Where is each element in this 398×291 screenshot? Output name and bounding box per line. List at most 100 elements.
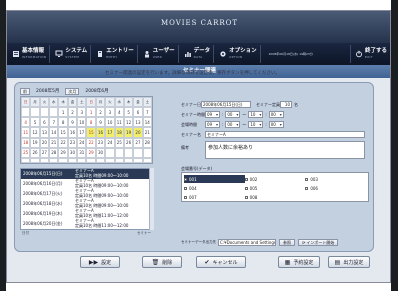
calendar-day[interactable]: 4: [21, 117, 31, 128]
calendar-day[interactable]: 18: [21, 137, 31, 148]
calendar-day[interactable]: 23: [67, 137, 78, 148]
menu-item-entry[interactable]: エントリー ENTRY: [93, 45, 138, 63]
schedule-scrollbar[interactable]: [149, 168, 154, 230]
calendar-day[interactable]: 22: [86, 137, 96, 148]
calendar-day[interactable]: 27: [133, 137, 143, 148]
venue-end-hour-select[interactable]: 10: [248, 121, 264, 128]
calendar-day[interactable]: 9: [67, 117, 78, 128]
calendar-day[interactable]: 28: [49, 147, 59, 158]
checkbox-icon[interactable]: [184, 195, 187, 199]
exit-button[interactable]: 終了する EXIT: [349, 45, 390, 63]
export-path-field[interactable]: C:¥Documents and Settings¥: [218, 238, 276, 246]
schedule-row[interactable]: 2008年06月20日(金) セミナーA 定員10名 時間11:00～12:00: [21, 219, 152, 229]
calendar-day[interactable]: 17: [105, 127, 115, 138]
menu-item-data[interactable]: データ DATA: [181, 45, 215, 63]
calendar-day[interactable]: 29: [86, 147, 96, 158]
date-field[interactable]: 2008年06月15日(日): [201, 101, 251, 108]
calendar-day[interactable]: 22: [58, 137, 68, 148]
output-settings-button[interactable]: ▤ 出力設定: [328, 256, 370, 268]
calendar-day[interactable]: 27: [39, 147, 50, 158]
room-option[interactable]: 002: [244, 175, 306, 183]
calendar-day[interactable]: 25: [21, 147, 31, 158]
room-option[interactable]: 003: [305, 175, 366, 183]
calendar-day[interactable]: 13: [39, 127, 50, 138]
room-option[interactable]: 007: [184, 193, 245, 201]
room-option[interactable]: 001: [184, 175, 245, 183]
seminar-name-field[interactable]: セミナーA: [205, 131, 365, 138]
delete-button[interactable]: 🗑 削除: [142, 256, 182, 268]
calendar-day[interactable]: 21: [142, 127, 152, 138]
calendar-day[interactable]: 16: [95, 127, 106, 138]
room-option[interactable]: 006: [305, 184, 366, 192]
calendar-day[interactable]: 3: [105, 107, 115, 118]
cancel-button[interactable]: ✔ キャンセル: [196, 256, 246, 268]
calendar-day[interactable]: 25: [114, 137, 124, 148]
checkbox-icon[interactable]: [244, 195, 248, 199]
calendar-day[interactable]: 11: [114, 117, 124, 128]
checkbox-icon[interactable]: [184, 177, 187, 181]
calendar-day[interactable]: 7: [142, 107, 152, 118]
calendar-day[interactable]: 23: [95, 137, 106, 148]
capacity-field[interactable]: 10: [280, 101, 292, 108]
calendar-day[interactable]: 10: [105, 117, 115, 128]
calendar-day[interactable]: 15: [58, 127, 68, 138]
calendar-day[interactable]: 26: [30, 147, 40, 158]
browse-button[interactable]: 参照: [279, 238, 295, 246]
calendar-day[interactable]: 3: [77, 107, 87, 118]
end-minute-select[interactable]: 00: [268, 111, 284, 118]
calendar-day[interactable]: 2: [67, 107, 78, 118]
calendar-day[interactable]: 12: [123, 117, 134, 128]
calendar-day[interactable]: 26: [123, 137, 134, 148]
calendar-day[interactable]: 30: [67, 147, 78, 158]
calendar-day[interactable]: 12: [30, 127, 40, 138]
checkbox-icon[interactable]: [244, 186, 248, 190]
calendar-day[interactable]: 19: [30, 137, 40, 148]
calendar-day[interactable]: 5: [30, 117, 40, 128]
room-option[interactable]: 005: [244, 184, 306, 192]
checkbox-icon[interactable]: [305, 186, 309, 190]
start-minute-select[interactable]: 00: [225, 111, 241, 118]
venue-start-minute-select[interactable]: 00: [225, 121, 241, 128]
menu-item-option[interactable]: オプション OPTION: [216, 45, 261, 63]
venue-start-hour-select[interactable]: 09: [205, 121, 220, 128]
calendar-day[interactable]: 19: [123, 127, 134, 138]
calendar-day[interactable]: 14: [49, 127, 59, 138]
calendar-day[interactable]: 20: [39, 137, 50, 148]
start-hour-select[interactable]: 09: [205, 111, 220, 118]
checkbox-icon[interactable]: [305, 177, 309, 181]
note-field[interactable]: 参加人数に余裕あり: [205, 141, 365, 159]
calendar-day[interactable]: 6: [39, 117, 50, 128]
calendar-day[interactable]: 28: [142, 137, 152, 148]
menu-item-system[interactable]: システム SYSTEM: [52, 45, 92, 63]
calendar-day[interactable]: 24: [105, 137, 115, 148]
import-button[interactable]: ⟳ インポート開始: [298, 238, 339, 246]
prev-month-button[interactable]: 前: [20, 87, 30, 95]
calendar-day[interactable]: 4: [114, 107, 124, 118]
checkbox-icon[interactable]: [244, 177, 248, 181]
calendar-day[interactable]: 1: [58, 107, 68, 118]
next-month-button[interactable]: 次月: [65, 87, 80, 95]
settings-button[interactable]: ▶▶ 設定: [80, 256, 120, 268]
calendar-day[interactable]: 6: [133, 107, 143, 118]
calendar-day[interactable]: 8: [86, 117, 96, 128]
room-option[interactable]: 004: [184, 184, 245, 192]
menu-item-info[interactable]: 基本情報 INFORMATION: [9, 45, 51, 63]
end-hour-select[interactable]: 10: [248, 111, 264, 118]
reserve-settings-button[interactable]: ▦ 予約設定: [278, 256, 320, 268]
calendar-day[interactable]: 15: [86, 127, 96, 138]
calendar-day[interactable]: 18: [114, 127, 124, 138]
calendar-day[interactable]: 14: [142, 117, 152, 128]
calendar-day[interactable]: 2: [95, 107, 106, 118]
calendar-day[interactable]: 24: [77, 137, 87, 148]
calendar-day[interactable]: 30: [95, 147, 106, 158]
calendar-day[interactable]: 31: [77, 147, 87, 158]
calendar-day[interactable]: 11: [21, 127, 31, 138]
calendar-day[interactable]: 7: [49, 117, 59, 128]
calendar-day[interactable]: 10: [77, 117, 87, 128]
calendar-day[interactable]: 5: [123, 107, 134, 118]
calendar-day[interactable]: 16: [67, 127, 78, 138]
calendar-day[interactable]: 1: [86, 107, 96, 118]
checkbox-icon[interactable]: [184, 186, 187, 190]
calendar-day[interactable]: 20: [133, 127, 143, 138]
calendar-day[interactable]: 8: [58, 117, 68, 128]
